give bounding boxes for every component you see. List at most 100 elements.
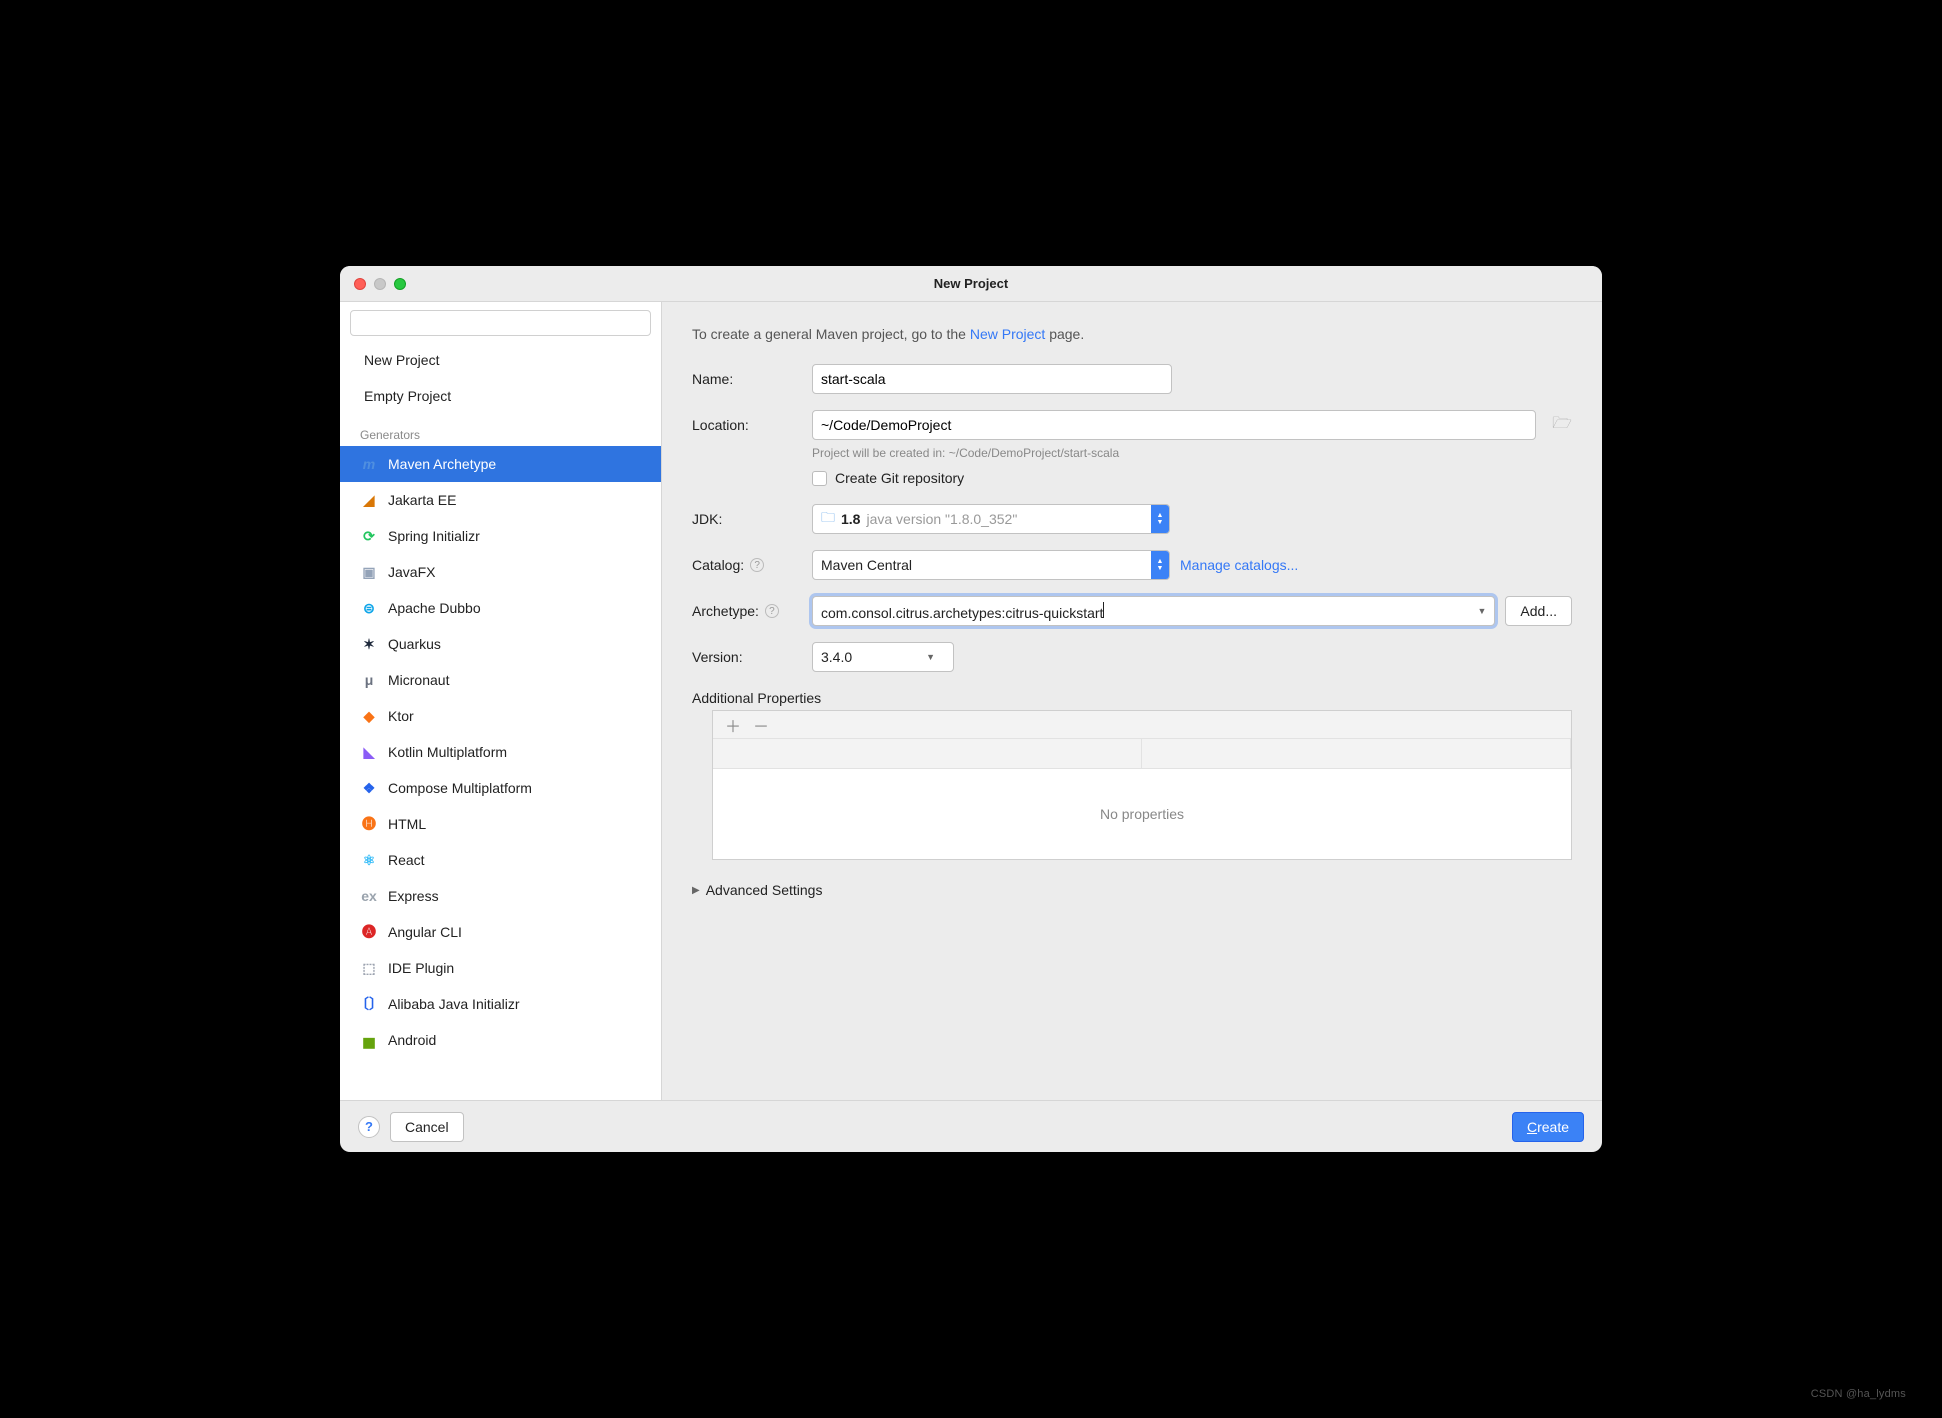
javafx-icon: ▣: [360, 563, 378, 581]
sidebar-item-ktor[interactable]: ◆ Ktor: [340, 698, 661, 734]
version-label: Version:: [692, 649, 812, 665]
sidebar-item-javafx[interactable]: ▣ JavaFX: [340, 554, 661, 590]
browse-folder-icon[interactable]: 🗁: [1552, 412, 1572, 439]
properties-header: [713, 739, 1571, 769]
catalog-row: Catalog: ? Maven Central ▲▼ Manage catal…: [692, 550, 1572, 580]
intro-text: To create a general Maven project, go to…: [692, 326, 1572, 342]
sidebar-item-label: Micronaut: [388, 672, 449, 688]
add-archetype-button[interactable]: Add...: [1505, 596, 1572, 626]
sidebar-item-kotlin-multiplatform[interactable]: ◣Kotlin Multiplatform: [340, 734, 661, 770]
sidebar-item-label: Apache Dubbo: [388, 600, 481, 616]
sidebar-item-compose-multiplatform[interactable]: ❖ Compose Multiplatform: [340, 770, 661, 806]
sidebar-item-maven-archetype[interactable]: m Maven Archetype: [340, 446, 661, 482]
sidebar-item-angular-cli[interactable]: 🅐 Angular CLI: [340, 914, 661, 950]
sidebar-item-express[interactable]: ex Express: [340, 878, 661, 914]
add-property-icon[interactable]: ＋: [725, 713, 741, 737]
sidebar-item-alibaba-java-initializr[interactable]: 〔〕 Alibaba Java Initializr: [340, 986, 661, 1022]
folder-icon: 🗀: [821, 507, 835, 531]
new-project-dialog: New Project New Project Empty Project Ge…: [340, 266, 1602, 1152]
name-label: Name:: [692, 371, 812, 387]
sidebar-item-jakarta-ee[interactable]: ◢ Jakarta EE: [340, 482, 661, 518]
dialog-footer: ? Cancel Create: [340, 1100, 1602, 1152]
sidebar: New Project Empty Project Generators m Ma…: [340, 302, 662, 1100]
sidebar-item-react[interactable]: ⚛ React: [340, 842, 661, 878]
sidebar-item-apache-dubbo[interactable]: ⊜ Apache Dubbo: [340, 590, 661, 626]
compose-icon: ❖: [360, 779, 378, 797]
help-button[interactable]: ?: [358, 1116, 380, 1138]
help-icon[interactable]: ?: [750, 558, 764, 572]
sidebar-item-label: IDE Plugin: [388, 960, 454, 976]
sidebar-item-micronaut[interactable]: μ Micronaut: [340, 662, 661, 698]
micronaut-icon: μ: [360, 671, 378, 689]
create-button[interactable]: Create: [1512, 1112, 1584, 1142]
angular-icon: 🅐: [360, 923, 378, 941]
cancel-button[interactable]: Cancel: [390, 1112, 464, 1142]
sidebar-item-new-project[interactable]: New Project: [340, 342, 661, 378]
dialog-body: New Project Empty Project Generators m Ma…: [340, 302, 1602, 1100]
react-icon: ⚛: [360, 851, 378, 869]
sidebar-item-label: React: [388, 852, 425, 868]
sidebar-item-label: Jakarta EE: [388, 492, 456, 508]
manage-catalogs-link[interactable]: Manage catalogs...: [1180, 557, 1298, 573]
chevron-updown-icon: ▲▼: [1151, 505, 1169, 533]
sidebar-item-empty-project[interactable]: Empty Project: [340, 378, 661, 414]
location-row: Location: 🗁: [692, 410, 1572, 440]
version-row: Version: 3.4.0 ▼: [692, 642, 1572, 672]
ideplugin-icon: ⬚: [360, 959, 378, 977]
name-row: Name:: [692, 364, 1572, 394]
maven-icon: m: [360, 455, 378, 473]
catalog-dropdown[interactable]: Maven Central ▲▼: [812, 550, 1170, 580]
properties-toolbar: ＋ －: [713, 711, 1571, 739]
sidebar-item-label: Compose Multiplatform: [388, 780, 532, 796]
sidebar-item-label: New Project: [364, 352, 439, 368]
ktor-icon: ◆: [360, 707, 378, 725]
sidebar-item-ide-plugin[interactable]: ⬚ IDE Plugin: [340, 950, 661, 986]
sidebar-item-label: Angular CLI: [388, 924, 462, 940]
location-hint: Project will be created in: ~/Code/DemoP…: [812, 446, 1572, 460]
chevron-right-icon: ▶: [692, 885, 700, 896]
sidebar-item-quarkus[interactable]: ✶Quarkus: [340, 626, 661, 662]
sidebar-item-label: Maven Archetype: [388, 456, 496, 472]
version-dropdown[interactable]: 3.4.0 ▼: [812, 642, 954, 672]
express-icon: ex: [360, 887, 378, 905]
jdk-dropdown[interactable]: 🗀 1.8 java version "1.8.0_352" ▲▼: [812, 504, 1170, 534]
advanced-settings-toggle[interactable]: ▶ Advanced Settings: [692, 882, 1572, 898]
name-input[interactable]: [812, 364, 1172, 394]
main-panel: To create a general Maven project, go to…: [662, 302, 1602, 1100]
archetype-row: Archetype: ? com.consol.citrus.archetype…: [692, 596, 1572, 626]
android-icon: ▅: [360, 1031, 378, 1049]
help-icon[interactable]: ?: [765, 604, 779, 618]
sidebar-item-label: Express: [388, 888, 439, 904]
sidebar-item-label: Spring Initializr: [388, 528, 480, 544]
sidebar-item-label: Android: [388, 1032, 436, 1048]
chevron-down-icon: ▼: [926, 652, 945, 662]
location-label: Location:: [692, 417, 812, 433]
dubbo-icon: ⊜: [360, 599, 378, 617]
jakarta-icon: ◢: [360, 491, 378, 509]
additional-properties-box: ＋ － No properties: [712, 710, 1572, 860]
sidebar-item-spring-initializr[interactable]: ⟳ Spring Initializr: [340, 518, 661, 554]
additional-properties-title: Additional Properties: [692, 690, 1572, 706]
archetype-combobox[interactable]: com.consol.citrus.archetypes:citrus-quic…: [812, 596, 1495, 626]
sidebar-item-label: Quarkus: [388, 636, 441, 652]
location-input[interactable]: [812, 410, 1536, 440]
chevron-updown-icon: ▲▼: [1151, 551, 1169, 579]
sidebar-heading-generators: Generators: [340, 414, 661, 446]
sidebar-item-label: Alibaba Java Initializr: [388, 996, 520, 1012]
sidebar-item-label: Ktor: [388, 708, 414, 724]
alibaba-icon: 〔〕: [360, 995, 378, 1013]
intro-link[interactable]: New Project: [970, 326, 1045, 342]
git-checkbox[interactable]: [812, 471, 827, 486]
sidebar-item-html[interactable]: 🅗HTML: [340, 806, 661, 842]
titlebar: New Project: [340, 266, 1602, 302]
git-label: Create Git repository: [835, 470, 964, 486]
git-checkbox-row[interactable]: Create Git repository: [812, 470, 1572, 486]
generator-list: m Maven Archetype ◢ Jakarta EE ⟳ Spring Initi…: [340, 446, 661, 1058]
spring-icon: ⟳: [360, 527, 378, 545]
sidebar-item-label: Kotlin Multiplatform: [388, 744, 507, 760]
sidebar-item-android[interactable]: ▅ Android: [340, 1022, 661, 1058]
search-input[interactable]: [350, 310, 651, 336]
jdk-row: JDK: 🗀 1.8 java version "1.8.0_352" ▲▼: [692, 504, 1572, 534]
sidebar-item-label: JavaFX: [388, 564, 435, 580]
watermark: CSDN @ha_lydms: [1811, 1388, 1906, 1400]
